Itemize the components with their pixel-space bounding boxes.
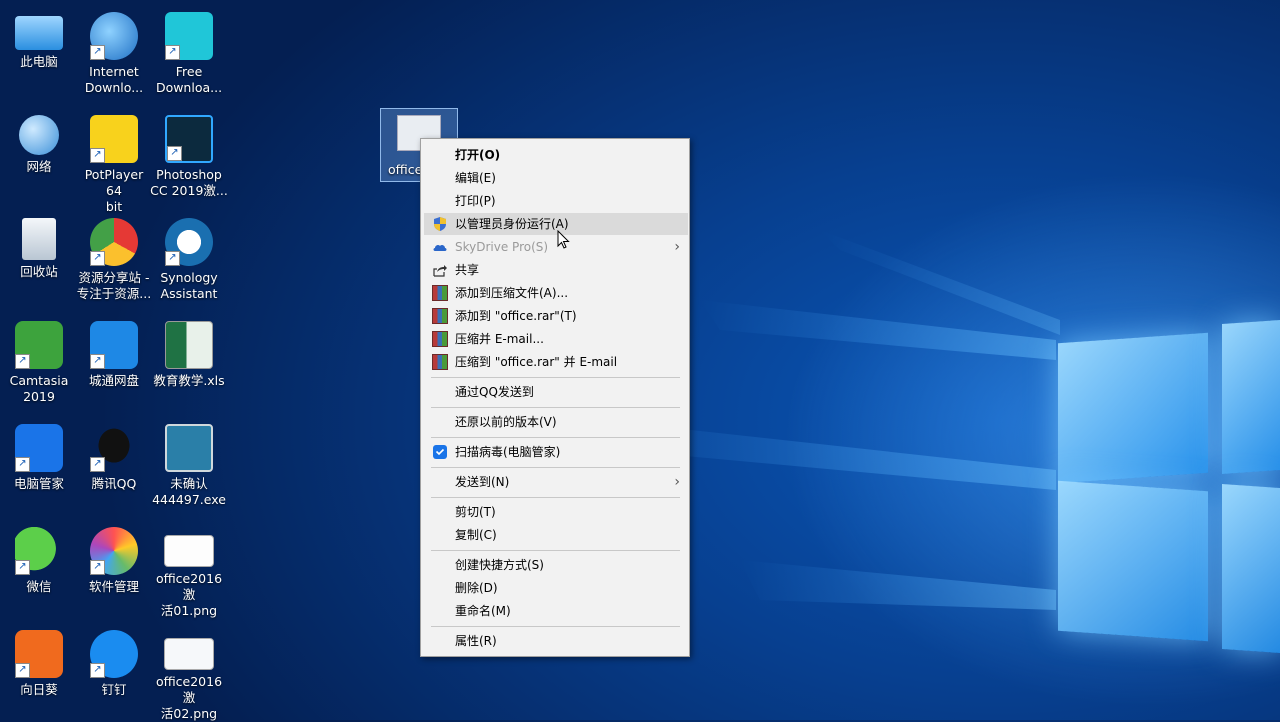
desktop-icon-this-pc[interactable]: 此电脑 [0, 4, 78, 70]
cloud-drive-icon: ↗ [90, 321, 138, 369]
idm-globe-icon: ↗ [90, 12, 138, 60]
desktop-icon-ctfile[interactable]: ↗ 城通网盘 [75, 313, 153, 389]
menu-item-edit[interactable]: 编辑(E) [424, 167, 688, 189]
menu-item-compress-to-rar-email[interactable]: 压缩到 "office.rar" 并 E-mail [424, 351, 688, 373]
desktop-icon-sunflower[interactable]: ↗ 向日葵 [0, 622, 78, 698]
desktop-icon-qq[interactable]: ↗ 腾讯QQ [75, 416, 153, 492]
winrar-icon [432, 308, 448, 324]
pc-manager-shield-icon: ↗ [15, 424, 63, 472]
menu-item-add-to-office-rar[interactable]: 添加到 "office.rar"(T) [424, 305, 688, 327]
menu-item-add-to-archive[interactable]: 添加到压缩文件(A)... [424, 282, 688, 304]
chrome-icon: ↗ [90, 218, 138, 266]
recycle-bin-icon [22, 218, 56, 260]
shortcut-icon: ↗ [165, 45, 180, 60]
desktop-icon-wechat[interactable]: ↗ 微信 [0, 519, 78, 595]
image-file-icon [164, 638, 214, 670]
qq-penguin-icon: ↗ [90, 424, 138, 472]
image-file-icon [164, 535, 214, 567]
desktop-icon-potplayer[interactable]: ↗ PotPlayer 64 bit [75, 107, 153, 215]
menu-separator [431, 497, 680, 498]
shortcut-icon: ↗ [90, 45, 105, 60]
shortcut-icon: ↗ [90, 148, 105, 163]
potplayer-icon: ↗ [90, 115, 138, 163]
menu-item-send-via-qq[interactable]: 通过QQ发送到 [424, 381, 688, 403]
excel-icon [165, 321, 213, 369]
shortcut-icon: ↗ [15, 663, 30, 678]
shortcut-icon: ↗ [90, 457, 105, 472]
wechat-icon: ↗ [15, 527, 63, 575]
menu-item-copy[interactable]: 复制(C) [424, 524, 688, 546]
submenu-arrow-icon: › [674, 239, 680, 255]
photoshop-icon: ↗ [165, 115, 213, 163]
shortcut-icon: ↗ [90, 354, 105, 369]
menu-item-restore-versions[interactable]: 还原以前的版本(V) [424, 411, 688, 433]
pc-manager-shield-icon [433, 445, 447, 459]
desktop-icon-free-download[interactable]: ↗ Free Downloa... [150, 4, 228, 96]
desktop-icon-excel-file[interactable]: 教育教学.xls [150, 313, 228, 389]
camtasia-icon: ↗ [15, 321, 63, 369]
menu-item-compress-email[interactable]: 压缩并 E-mail... [424, 328, 688, 350]
menu-item-run-as-admin[interactable]: 以管理员身份运行(A) [424, 213, 688, 235]
software-manager-icon: ↗ [90, 527, 138, 575]
desktop-icon-office-png-1[interactable]: office2016激 活01.png [150, 519, 228, 619]
network-globe-icon [19, 115, 59, 155]
shortcut-icon: ↗ [90, 560, 105, 575]
shortcut-icon: ↗ [90, 251, 105, 266]
context-menu: 打开(O) 编辑(E) 打印(P) 以管理员身份运行(A) SkyDrive P… [420, 138, 690, 657]
menu-separator [431, 407, 680, 408]
winrar-icon [432, 285, 448, 301]
shortcut-icon: ↗ [15, 457, 30, 472]
shortcut-icon: ↗ [15, 560, 30, 575]
desktop-icon-resource-share[interactable]: ↗ 资源分享站 - 专注于资源... [75, 210, 153, 302]
skydrive-cloud-icon [433, 244, 447, 251]
menu-item-create-shortcut[interactable]: 创建快捷方式(S) [424, 554, 688, 576]
shortcut-icon: ↗ [165, 251, 180, 266]
free-download-icon: ↗ [165, 12, 213, 60]
desktop-icon-software-manager[interactable]: ↗ 软件管理 [75, 519, 153, 595]
computer-icon [15, 16, 63, 50]
menu-item-send-to[interactable]: 发送到(N) › [424, 471, 688, 493]
menu-separator [431, 626, 680, 627]
menu-item-scan-virus[interactable]: 扫描病毒(电脑管家) [424, 441, 688, 463]
menu-item-open[interactable]: 打开(O) [424, 144, 688, 166]
desktop-icon-recycle-bin[interactable]: 回收站 [0, 210, 78, 280]
sunflower-icon: ↗ [15, 630, 63, 678]
desktop-icon-photoshop[interactable]: ↗ Photoshop CC 2019激... [150, 107, 228, 199]
shortcut-icon: ↗ [15, 354, 30, 369]
menu-item-rename[interactable]: 重命名(M) [424, 600, 688, 622]
desktop-icon-dingtalk[interactable]: ↗ 钉钉 [75, 622, 153, 698]
synology-search-icon: ↗ [165, 218, 213, 266]
windows-logo [1056, 316, 1280, 720]
dingtalk-icon: ↗ [90, 630, 138, 678]
mouse-cursor-icon [557, 230, 570, 249]
uac-shield-icon [434, 217, 446, 231]
desktop-icon-synology[interactable]: ↗ Synology Assistant [150, 210, 228, 302]
menu-item-cut[interactable]: 剪切(T) [424, 501, 688, 523]
menu-separator [431, 437, 680, 438]
menu-separator [431, 467, 680, 468]
menu-separator [431, 377, 680, 378]
desktop-icon-camtasia[interactable]: ↗ Camtasia 2019 [0, 313, 78, 405]
exe-tools-icon [165, 424, 213, 472]
menu-item-properties[interactable]: 属性(R) [424, 630, 688, 652]
desktop-icon-network[interactable]: 网络 [0, 107, 78, 175]
menu-item-share[interactable]: 共享 [424, 259, 688, 281]
shortcut-icon: ↗ [167, 146, 182, 161]
desktop-icon-unconfirmed-exe[interactable]: 未确认 444497.exe [150, 416, 228, 508]
menu-item-print[interactable]: 打印(P) [424, 190, 688, 212]
menu-item-delete[interactable]: 删除(D) [424, 577, 688, 599]
winrar-icon [432, 354, 448, 370]
menu-separator [431, 550, 680, 551]
submenu-arrow-icon: › [674, 474, 680, 490]
desktop-icon-pc-manager[interactable]: ↗ 电脑管家 [0, 416, 78, 492]
winrar-icon [432, 331, 448, 347]
desktop-icon-office-png-2[interactable]: office2016激 活02.png [150, 622, 228, 722]
shortcut-icon: ↗ [90, 663, 105, 678]
desktop-icon-internet-download-manager[interactable]: ↗ Internet Downlo... [75, 4, 153, 96]
menu-item-skydrive-pro[interactable]: SkyDrive Pro(S) › [424, 236, 688, 258]
share-icon [433, 265, 447, 277]
